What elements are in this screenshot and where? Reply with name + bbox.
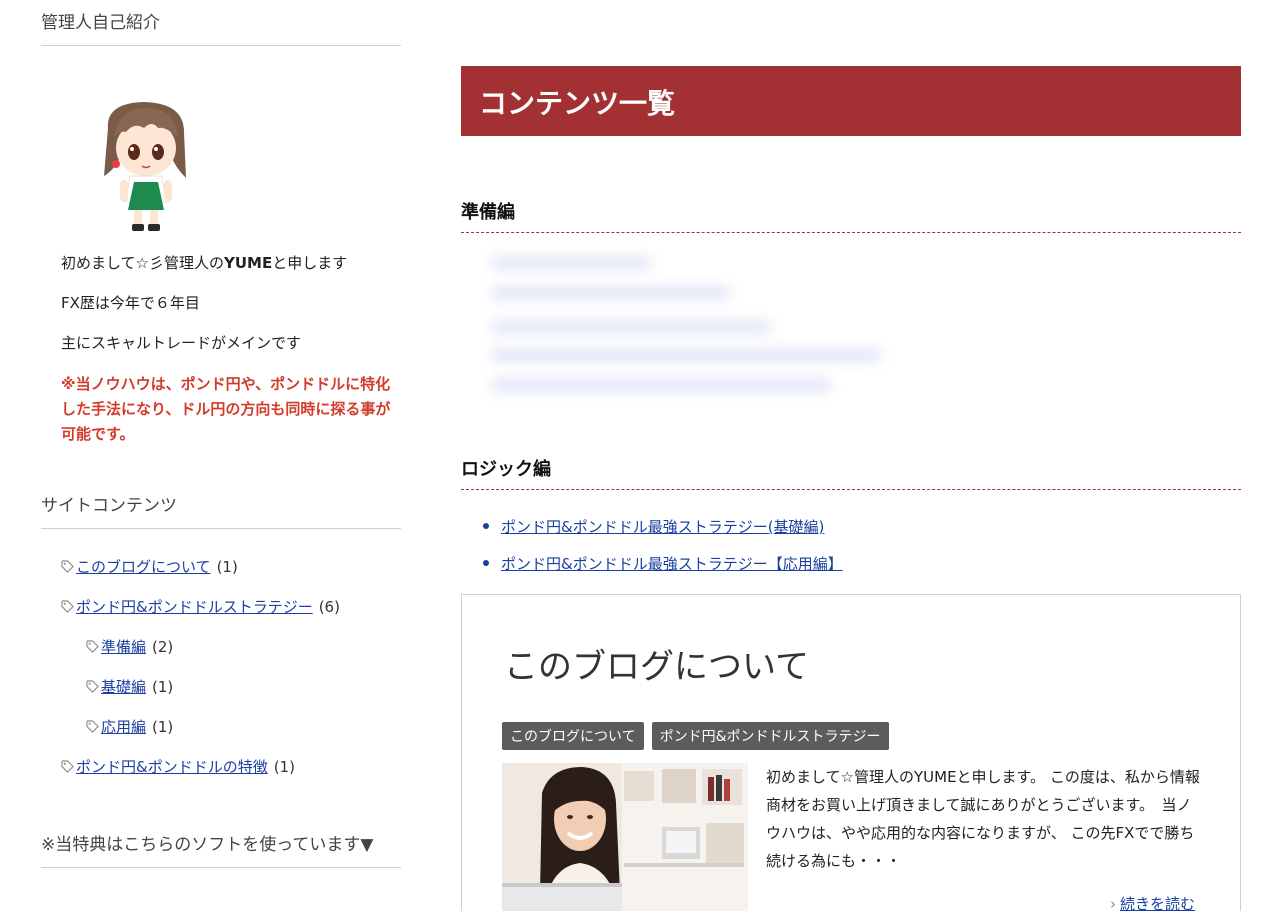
read-more: › 続きを読む bbox=[1110, 893, 1195, 911]
category-item: ポンド円&ポンドドルストラテジー (6) bbox=[61, 596, 340, 617]
category-count: (1) bbox=[273, 757, 295, 776]
link-strategy-advanced[interactable]: ポンド円&ポンドドル最強ストラテジー【応用編】 bbox=[501, 555, 843, 573]
category-item: このブログについて (1) bbox=[61, 556, 238, 577]
site-contents-widget: サイトコンテンツ bbox=[41, 483, 401, 529]
logic-link-list: ポンド円&ポンドドル最強ストラテジー(基礎編) ポンド円&ポンドドル最強ストラテ… bbox=[483, 516, 843, 590]
category-link-strategy[interactable]: ポンド円&ポンドドルストラテジー bbox=[76, 596, 313, 617]
post-title[interactable]: このブログについて bbox=[504, 639, 809, 688]
tag-icon bbox=[61, 600, 74, 613]
tag-icon bbox=[86, 720, 99, 733]
tag-icon bbox=[86, 640, 99, 653]
category-count: (1) bbox=[152, 717, 174, 736]
profile-widget: 管理人自己紹介 bbox=[41, 0, 401, 46]
post-thumbnail[interactable] bbox=[502, 763, 748, 911]
blurred-link-list bbox=[481, 248, 901, 408]
category-item: ポンド円&ポンドドルの特徴 (1) bbox=[61, 756, 295, 777]
list-item: ポンド円&ポンドドル最強ストラテジー(基礎編) bbox=[483, 516, 843, 537]
link-strategy-basic[interactable]: ポンド円&ポンドドル最強ストラテジー(基礎編) bbox=[501, 518, 824, 536]
category-link-advanced[interactable]: 応用編 bbox=[101, 716, 146, 737]
post-card: このブログについて このブログについて ポンド円&ポンドドルストラテジー 初めま… bbox=[461, 594, 1241, 911]
method-notice: ※当ノウハウは、ポンド円や、ポンドドルに特化した手法になり、ドル円の方向も同時に… bbox=[61, 375, 391, 443]
tag-icon bbox=[61, 760, 74, 773]
site-contents-title: サイトコンテンツ bbox=[41, 483, 401, 529]
intro-line-1: 初めまして☆彡管理人のYUMEと申します bbox=[61, 254, 348, 272]
section-heading-preparation: 準備編 bbox=[461, 198, 1241, 233]
admin-name: YUME bbox=[224, 254, 273, 272]
category-item: 準備編 (2) bbox=[86, 636, 173, 657]
list-item: ポンド円&ポンドドル最強ストラテジー【応用編】 bbox=[483, 553, 843, 574]
post-tags: このブログについて ポンド円&ポンドドルストラテジー bbox=[502, 722, 889, 750]
tag-chip[interactable]: このブログについて bbox=[502, 722, 644, 750]
category-item: 応用編 (1) bbox=[86, 716, 173, 737]
avatar bbox=[104, 102, 186, 231]
category-link-preparation[interactable]: 準備編 bbox=[101, 636, 146, 657]
category-link-about-blog[interactable]: このブログについて bbox=[76, 556, 211, 577]
software-widget: ※当特典はこちらのソフトを使っています▼ bbox=[41, 822, 401, 868]
post-excerpt: 初めまして☆管理人のYUMEと申します。 この度は、私から情報商材をお買い上げ頂… bbox=[766, 768, 1200, 870]
tag-chip[interactable]: ポンド円&ポンドドルストラテジー bbox=[651, 722, 889, 750]
read-more-link[interactable]: 続きを読む bbox=[1120, 895, 1195, 911]
category-item: 基礎編 (1) bbox=[86, 676, 173, 697]
chevron-right-icon: › bbox=[1110, 895, 1116, 911]
category-count: (6) bbox=[318, 597, 340, 616]
category-link-basic[interactable]: 基礎編 bbox=[101, 676, 146, 697]
software-widget-title: ※当特典はこちらのソフトを使っています▼ bbox=[41, 822, 401, 868]
category-count: (1) bbox=[216, 557, 238, 576]
intro-line-2: FX歴は今年で６年目 bbox=[61, 294, 200, 312]
category-link-features[interactable]: ポンド円&ポンドドルの特徴 bbox=[76, 756, 268, 777]
contents-banner: コンテンツ一覧 bbox=[461, 66, 1241, 136]
section-heading-logic: ロジック編 bbox=[461, 455, 1241, 490]
tag-icon bbox=[61, 560, 74, 573]
tag-icon bbox=[86, 680, 99, 693]
category-count: (1) bbox=[152, 677, 174, 696]
intro-line-3: 主にスキャルトレードがメインです bbox=[61, 334, 302, 352]
profile-widget-title: 管理人自己紹介 bbox=[41, 0, 401, 46]
category-count: (2) bbox=[152, 637, 174, 656]
